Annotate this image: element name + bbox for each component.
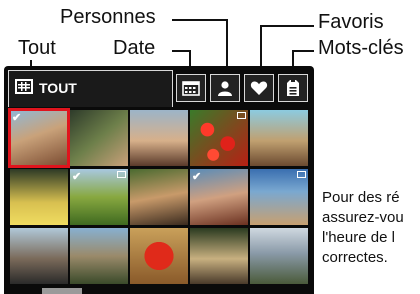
check-icon: ✔ xyxy=(192,171,202,183)
leader-personnes-h xyxy=(172,19,227,21)
photo-thumbnail[interactable] xyxy=(70,110,128,166)
note-line-4: correctes. xyxy=(322,249,388,266)
photo-thumbnail[interactable] xyxy=(130,110,188,166)
photo-thumbnail[interactable] xyxy=(130,169,188,225)
leader-mots-cles-h xyxy=(292,50,314,52)
check-icon: ✔ xyxy=(72,171,82,183)
tab-tout-label: TOUT xyxy=(39,80,77,96)
check-icon: ✔ xyxy=(12,112,22,124)
note-line-1: Pour des ré xyxy=(322,189,400,206)
camera-screen: TOUT ✔ ✔ ✔ xyxy=(4,66,314,294)
grid-icon xyxy=(15,79,33,94)
multi-icon xyxy=(117,171,126,178)
photo-thumbnail[interactable] xyxy=(10,228,68,284)
tab-tout[interactable]: TOUT xyxy=(8,70,173,107)
tab-personnes[interactable] xyxy=(210,74,240,102)
photo-thumbnail[interactable] xyxy=(10,169,68,225)
photo-thumbnail[interactable]: ✔ xyxy=(70,169,128,225)
tag-icon xyxy=(287,80,299,96)
leader-date-h xyxy=(172,50,190,52)
multi-icon xyxy=(297,171,306,178)
callout-date: Date xyxy=(113,37,156,59)
callout-mots-cles: Mots-clés xyxy=(318,37,404,59)
callout-tout: Tout xyxy=(18,37,56,59)
side-note: Pour des ré assurez-vou l'heure de l cor… xyxy=(322,188,404,268)
photo-thumbnail[interactable]: ✔ xyxy=(8,108,70,168)
photo-thumbnail[interactable]: ✔ xyxy=(190,169,248,225)
multi-icon xyxy=(237,112,246,119)
tab-mots-cles[interactable] xyxy=(278,74,308,102)
heart-icon xyxy=(250,81,268,95)
tab-date[interactable] xyxy=(176,74,206,102)
note-line-3: l'heure de l xyxy=(322,229,395,246)
photo-thumbnail[interactable] xyxy=(250,110,308,166)
photo-thumbnail[interactable] xyxy=(250,169,308,225)
tab-favoris[interactable] xyxy=(244,74,274,102)
photo-thumbnail[interactable] xyxy=(130,228,188,284)
photo-thumbnail[interactable] xyxy=(190,228,248,284)
scroll-indicator[interactable] xyxy=(42,288,82,294)
photo-thumbnail[interactable] xyxy=(70,228,128,284)
callout-personnes: Personnes xyxy=(60,6,156,28)
callout-favoris: Favoris xyxy=(318,11,384,33)
leader-favoris-h xyxy=(260,25,314,27)
note-line-2: assurez-vou xyxy=(322,209,404,226)
thumbnail-grid: ✔ ✔ ✔ xyxy=(8,108,310,294)
photo-thumbnail[interactable] xyxy=(190,110,248,166)
calendar-icon xyxy=(182,81,200,96)
photo-thumbnail[interactable] xyxy=(250,228,308,284)
person-icon xyxy=(218,81,232,96)
